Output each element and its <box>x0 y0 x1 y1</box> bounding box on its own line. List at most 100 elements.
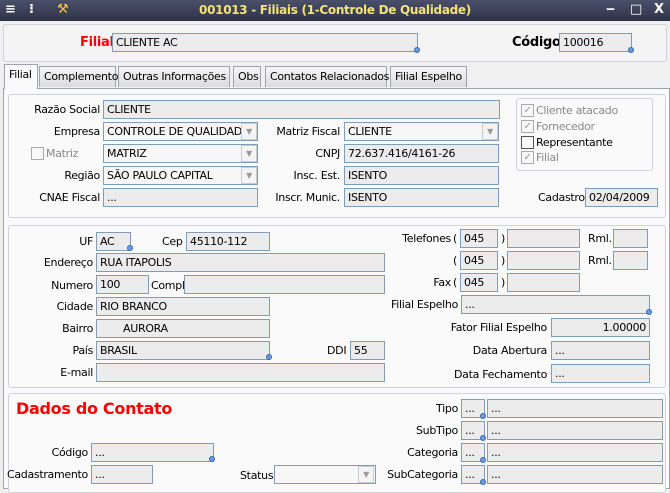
minimize-button[interactable]: ‒ <box>606 2 615 17</box>
ddi-label: DDI <box>327 344 347 357</box>
data-fechamento-label: Data Fechamento <box>453 368 547 381</box>
categoria-desc-field: ... <box>487 443 663 462</box>
filial-flag-label: Filial <box>536 151 559 164</box>
pais-field[interactable]: BRASIL <box>96 341 270 360</box>
tab-filial[interactable]: Filial <box>4 64 38 89</box>
fax-number-field[interactable] <box>507 273 580 292</box>
cliente-atacado-checkbox[interactable]: ✓ <box>521 104 534 117</box>
insc-munic-field[interactable]: ISENTO <box>344 188 499 207</box>
ddi-field[interactable]: 55 <box>350 341 385 360</box>
tel1-ramal-field[interactable] <box>613 229 648 248</box>
filial-checkbox[interactable]: ✓ <box>521 151 534 164</box>
paren-close: ) <box>501 276 505 289</box>
paren-close: ) <box>501 254 505 267</box>
codigo-field[interactable]: 100016 <box>559 33 632 52</box>
tab-contatos-relacionados[interactable]: Contatos Relacionados <box>265 66 389 87</box>
empresa-label: Empresa <box>53 125 100 138</box>
search-icon[interactable] <box>628 47 634 53</box>
tel1-number-field[interactable] <box>507 229 580 248</box>
insc-est-field[interactable]: ISENTO <box>344 166 499 185</box>
chevron-down-icon[interactable]: ▼ <box>482 123 498 140</box>
data-fechamento-field[interactable]: ... <box>551 364 650 383</box>
paren-open: ( <box>453 232 457 245</box>
matriz-fiscal-label: Matriz Fiscal <box>276 125 340 138</box>
close-button[interactable]: X <box>654 2 664 17</box>
tel1-ddd-field[interactable]: 045 <box>460 229 498 248</box>
data-abertura-field[interactable]: ... <box>551 341 650 360</box>
data-abertura-label: Data Abertura <box>472 344 548 357</box>
tel2-ddd-field[interactable]: 045 <box>460 251 498 270</box>
title-bar: ≡ ⁝ ⚒ 001013 - Filiais (1-Controle De Qu… <box>0 0 670 21</box>
tab-obs[interactable]: Obs <box>233 66 261 87</box>
filial-field[interactable]: CLIENTE AC <box>112 33 418 52</box>
cnpj-label: CNPJ <box>315 147 340 160</box>
paren-open: ( <box>453 276 457 289</box>
paren-close: ) <box>501 232 505 245</box>
cidade-field[interactable]: RIO BRANCO <box>96 297 270 316</box>
tel2-ramal-field[interactable] <box>613 251 648 270</box>
bairro-field[interactable]: AURORA <box>96 319 270 338</box>
regiao-label: Região <box>64 169 100 182</box>
endereco-label: Endereço <box>43 256 93 269</box>
search-icon[interactable] <box>414 47 420 53</box>
email-label: E-mail <box>60 366 93 379</box>
matriz-checkbox[interactable] <box>31 147 44 160</box>
rml-label: Rml. <box>588 232 612 245</box>
filial-espelho-label: Filial Espelho <box>391 298 458 311</box>
maximize-button[interactable]: □ <box>630 2 642 17</box>
contato-codigo-label: Código <box>51 446 89 459</box>
representante-checkbox[interactable] <box>521 136 534 149</box>
filial-espelho-field[interactable]: ... <box>461 295 650 314</box>
numero-field[interactable]: 100 <box>96 275 149 294</box>
window-title: 001013 - Filiais (1-Controle De Qualidad… <box>199 3 471 17</box>
search-icon[interactable] <box>209 456 215 462</box>
insc-munic-label: Inscr. Munic. <box>275 191 340 204</box>
contact-section-title: Dados do Contato <box>16 399 173 418</box>
search-icon[interactable] <box>127 245 133 251</box>
subcategoria-desc-field: ... <box>487 465 663 484</box>
endereco-field[interactable]: RUA ITAPOLIS <box>96 253 385 272</box>
fator-field[interactable]: 1.00000 <box>551 318 650 337</box>
numero-label: Numero <box>51 279 93 292</box>
codigo-label: Código <box>512 35 561 50</box>
subtipo-label: SubTipo <box>416 424 458 437</box>
rml-label: Rml. <box>588 254 612 267</box>
matriz-fiscal-select[interactable]: CLIENTE <box>344 122 499 141</box>
email-field[interactable] <box>96 363 385 382</box>
razao-social-field[interactable]: CLIENTE <box>103 100 500 119</box>
tab-outras-informacoes[interactable]: Outras Informações <box>118 66 230 87</box>
tipo-label: Tipo <box>436 402 458 415</box>
subcategoria-label: SubCategoria <box>387 468 458 481</box>
bairro-label: Bairro <box>62 322 93 335</box>
cnpj-field[interactable]: 72.637.416/4161-26 <box>344 144 499 163</box>
cep-field[interactable]: 45110-112 <box>186 232 270 251</box>
cadastramento-field[interactable]: ... <box>91 465 153 484</box>
search-icon[interactable] <box>480 479 486 485</box>
contato-codigo-field[interactable]: ... <box>91 443 214 462</box>
fornecedor-checkbox[interactable]: ✓ <box>521 120 534 133</box>
search-icon[interactable] <box>480 413 486 419</box>
search-icon[interactable] <box>646 309 652 315</box>
telefones-label: Telefones <box>402 232 451 245</box>
search-icon[interactable] <box>480 435 486 441</box>
tab-filial-espelho[interactable]: Filial Espelho <box>390 66 467 87</box>
fax-ddd-field[interactable]: 045 <box>460 273 498 292</box>
compl-field[interactable] <box>184 275 385 294</box>
tab-complemento[interactable]: Complemento <box>39 66 118 87</box>
cadastro-field[interactable]: 02/04/2009 <box>585 188 658 207</box>
empresa-select[interactable]: CONTROLE DE QUALIDADE <box>103 122 258 141</box>
regiao-select[interactable]: SÃO PAULO CAPITAL <box>103 166 258 185</box>
uf-field[interactable]: AC <box>96 232 131 251</box>
uf-label: UF <box>79 235 93 248</box>
fator-label: Fator Filial Espelho <box>450 321 548 334</box>
tel2-number-field[interactable] <box>507 251 580 270</box>
cnae-label: CNAE Fiscal <box>39 191 100 204</box>
search-icon[interactable] <box>266 354 272 360</box>
search-icon[interactable] <box>480 457 486 463</box>
categoria-label: Categoria <box>407 446 458 459</box>
chevron-down-icon[interactable]: ▼ <box>358 466 374 483</box>
cnae-field[interactable]: ... <box>103 188 258 207</box>
filial-label: Filial <box>80 35 114 50</box>
matriz-select[interactable]: MATRIZ <box>103 144 258 163</box>
tipo-desc-field: ... <box>487 399 663 418</box>
